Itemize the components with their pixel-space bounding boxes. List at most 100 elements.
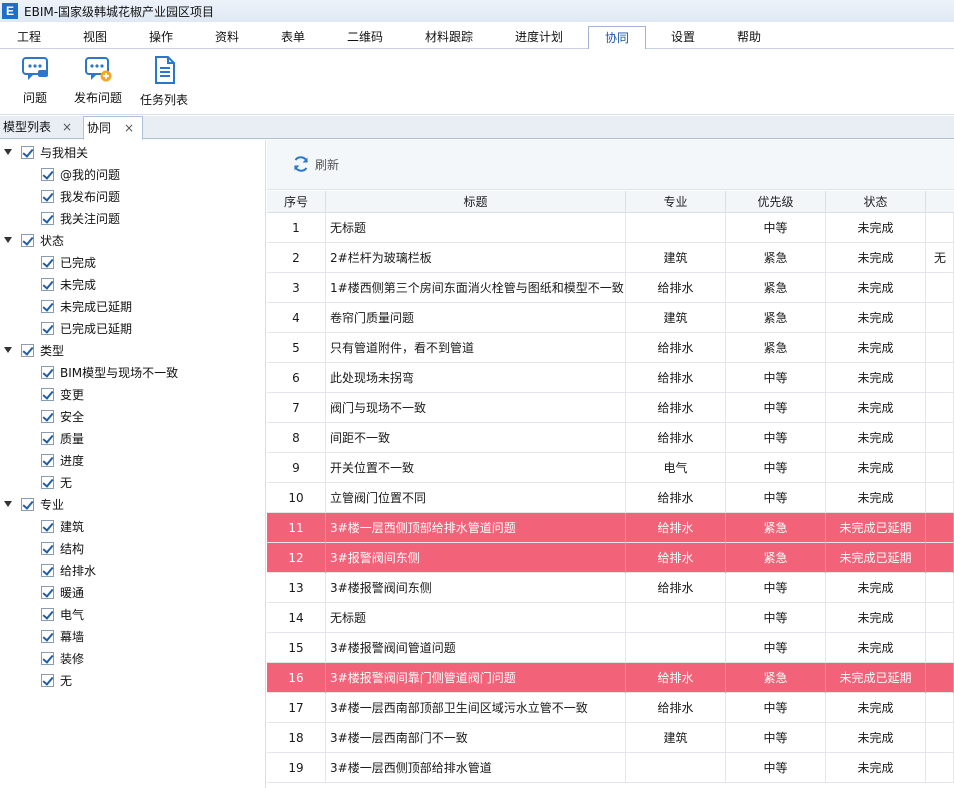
tree-checkbox[interactable] (21, 145, 34, 159)
table-row[interactable]: 16 3#楼报警阀间靠门侧管道阀门问题 给排水 紧急 未完成已延期 (267, 663, 954, 693)
task-list-button[interactable]: 任务列表 (129, 55, 199, 111)
close-icon[interactable]: × (124, 117, 134, 139)
table-row[interactable]: 4 卷帘门质量问题 建筑 紧急 未完成 (267, 303, 954, 333)
menu-item-material-tracking[interactable]: 材料跟踪 (425, 26, 473, 49)
close-icon[interactable]: × (62, 116, 72, 138)
tab-model-list[interactable]: 模型列表 × (0, 116, 82, 139)
table-row[interactable]: 14 无标题 中等 未完成 (267, 603, 954, 633)
menu-item-settings[interactable]: 设置 (671, 26, 695, 49)
tree-checkbox[interactable] (41, 255, 54, 269)
table-row[interactable]: 19 3#楼一层西侧顶部给排水管道 中等 未完成 (267, 753, 954, 783)
tree-item[interactable]: 暖通 (41, 581, 84, 603)
table-row[interactable]: 13 3#楼报警阀间东侧 给排水 中等 未完成 (267, 573, 954, 603)
table-row[interactable]: 17 3#楼一层西南部顶部卫生间区域污水立管不一致 给排水 中等 未完成 (267, 693, 954, 723)
collapse-arrow-icon[interactable] (3, 499, 13, 509)
issues-button[interactable]: 问题 (0, 55, 70, 111)
table-row[interactable]: 11 3#楼一层西侧顶部给排水管道问题 给排水 紧急 未完成已延期 (267, 513, 954, 543)
menu-item-documents[interactable]: 资料 (215, 26, 239, 49)
tree-checkbox[interactable] (41, 563, 54, 577)
tree-checkbox[interactable] (41, 387, 54, 401)
table-row[interactable]: 12 3#报警阀间东侧 给排水 紧急 未完成已延期 (267, 543, 954, 573)
tree-item[interactable]: 安全 (41, 405, 84, 427)
tree-group-discipline[interactable]: 专业 (3, 493, 64, 515)
tree-item[interactable]: 我关注问题 (41, 207, 120, 229)
menu-item-forms[interactable]: 表单 (281, 26, 305, 49)
column-header-no[interactable]: 序号 (267, 191, 326, 213)
tree-checkbox[interactable] (41, 475, 54, 489)
table-row[interactable]: 8 间距不一致 给排水 中等 未完成 (267, 423, 954, 453)
menu-item-help[interactable]: 帮助 (737, 26, 761, 49)
tree-item[interactable]: 变更 (41, 383, 84, 405)
tree-checkbox[interactable] (21, 233, 34, 247)
column-header-discipline[interactable]: 专业 (626, 191, 726, 213)
table-row[interactable]: 3 1#楼西侧第三个房间东面消火栓管与图纸和模型不一致 给排水 紧急 未完成 (267, 273, 954, 303)
collapse-arrow-icon[interactable] (3, 147, 13, 157)
tree-checkbox[interactable] (41, 409, 54, 423)
tree-checkbox[interactable] (41, 519, 54, 533)
tree-checkbox[interactable] (41, 365, 54, 379)
tree-checkbox[interactable] (41, 607, 54, 621)
tree-item[interactable]: 未完成已延期 (41, 295, 132, 317)
cell-extra (926, 393, 954, 423)
refresh-button[interactable]: 刷新 (291, 154, 339, 174)
tree-item[interactable]: 已完成 (41, 251, 96, 273)
tree-item[interactable]: 给排水 (41, 559, 96, 581)
tree-item[interactable]: 建筑 (41, 515, 84, 537)
tree-item[interactable]: 电气 (41, 603, 84, 625)
tree-item[interactable]: BIM模型与现场不一致 (41, 361, 178, 383)
cell-extra (926, 513, 954, 543)
tree-item[interactable]: 幕墙 (41, 625, 84, 647)
tree-group-type[interactable]: 类型 (3, 339, 64, 361)
table-row[interactable]: 5 只有管道附件，看不到管道 给排水 紧急 未完成 (267, 333, 954, 363)
column-header-priority[interactable]: 优先级 (726, 191, 826, 213)
menu-item-view[interactable]: 视图 (83, 26, 107, 49)
tree-item[interactable]: 装修 (41, 647, 84, 669)
table-row[interactable]: 9 开关位置不一致 电气 中等 未完成 (267, 453, 954, 483)
tree-checkbox[interactable] (41, 541, 54, 555)
tree-checkbox[interactable] (41, 211, 54, 225)
tree-checkbox[interactable] (41, 431, 54, 445)
collapse-arrow-icon[interactable] (3, 345, 13, 355)
tree-group-status[interactable]: 状态 (3, 229, 64, 251)
menu-item-schedule[interactable]: 进度计划 (515, 26, 563, 49)
tab-collaboration[interactable]: 协同 × (83, 116, 143, 140)
table-row[interactable]: 6 此处现场未拐弯 给排水 中等 未完成 (267, 363, 954, 393)
table-row[interactable]: 18 3#楼一层西南部门不一致 建筑 中等 未完成 (267, 723, 954, 753)
tree-checkbox[interactable] (41, 189, 54, 203)
tree-item[interactable]: 无 (41, 471, 72, 493)
tree-checkbox[interactable] (41, 299, 54, 313)
tree-item[interactable]: 无 (41, 669, 72, 691)
collapse-arrow-icon[interactable] (3, 235, 13, 245)
table-row[interactable]: 15 3#楼报警阀间管道问题 中等 未完成 (267, 633, 954, 663)
table-row[interactable]: 10 立管阀门位置不同 给排水 中等 未完成 (267, 483, 954, 513)
table-row[interactable]: 2 2#栏杆为玻璃栏板 建筑 紧急 未完成无 (267, 243, 954, 273)
menu-item-collaboration[interactable]: 协同 (588, 26, 646, 50)
menu-item-qrcode[interactable]: 二维码 (347, 26, 383, 49)
tree-checkbox[interactable] (41, 277, 54, 291)
tree-item[interactable]: 结构 (41, 537, 84, 559)
tree-item[interactable]: 进度 (41, 449, 84, 471)
tree-checkbox[interactable] (41, 453, 54, 467)
tree-checkbox[interactable] (41, 585, 54, 599)
table-row[interactable]: 7 阀门与现场不一致 给排水 中等 未完成 (267, 393, 954, 423)
tree-checkbox[interactable] (21, 343, 34, 357)
tree-item[interactable]: 已完成已延期 (41, 317, 132, 339)
tree-checkbox[interactable] (41, 651, 54, 665)
publish-issue-button[interactable]: 发布问题 (63, 55, 133, 111)
column-header-status[interactable]: 状态 (826, 191, 926, 213)
tree-checkbox[interactable] (41, 629, 54, 643)
menu-item-operation[interactable]: 操作 (149, 26, 173, 49)
tree-checkbox[interactable] (41, 167, 54, 181)
column-header-title[interactable]: 标题 (326, 191, 626, 213)
tree-checkbox[interactable] (21, 497, 34, 511)
column-header-extra[interactable] (926, 191, 954, 213)
tree-group-related[interactable]: 与我相关 (3, 141, 88, 163)
tree-checkbox[interactable] (41, 321, 54, 335)
table-row[interactable]: 1 无标题 中等 未完成 (267, 213, 954, 243)
tree-item[interactable]: 未完成 (41, 273, 96, 295)
tree-item[interactable]: @我的问题 (41, 163, 120, 185)
tree-item[interactable]: 质量 (41, 427, 84, 449)
tree-checkbox[interactable] (41, 673, 54, 687)
menu-item-project[interactable]: 工程 (17, 26, 41, 49)
tree-item[interactable]: 我发布问题 (41, 185, 120, 207)
